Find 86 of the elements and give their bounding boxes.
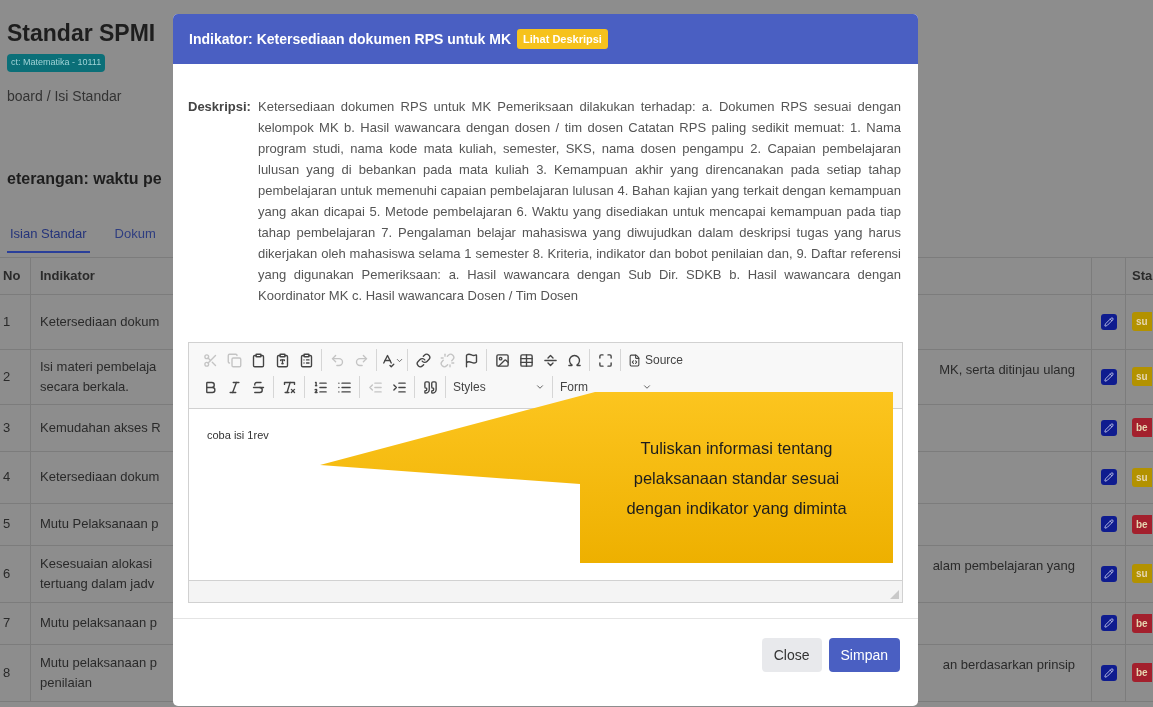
caret-icon (642, 382, 652, 392)
row-number: 4 (2, 468, 11, 487)
edit-button[interactable] (1100, 368, 1117, 385)
edit-button[interactable] (1100, 664, 1117, 681)
edit-button[interactable] (1100, 516, 1117, 532)
pencil-icon (1103, 371, 1114, 382)
callout-tooltip-text: Tuliskan informasi tentang pelaksanaan standar sesuai dengan indikator yang diminta (625, 437, 848, 519)
toolbar-dropdown[interactable]: Form (556, 376, 656, 398)
save-button[interactable]: Simpan (828, 638, 900, 672)
remove-format-icon (281, 379, 297, 395)
strikethrough-icon (250, 379, 266, 395)
row-number: 5 (2, 515, 11, 534)
pencil-icon (1103, 618, 1114, 628)
column-header: No (2, 266, 22, 285)
caret-icon (535, 382, 545, 392)
clipboard-icon (250, 352, 266, 368)
edit-button[interactable] (1100, 615, 1117, 631)
close-button[interactable]: Close (761, 638, 822, 672)
modal-title: Indikator: Ketersediaan dokumen RPS untuk MK (189, 29, 512, 49)
row-number: 8 (2, 663, 11, 682)
indicator-text: Mutu pelaksanaan p (40, 614, 158, 632)
resize-handle-icon[interactable] (890, 590, 899, 599)
status-badge: su (1132, 312, 1152, 331)
link-icon (415, 352, 431, 368)
omega-icon (566, 352, 582, 368)
tab[interactable]: Isian Standar (7, 216, 90, 253)
pencil-icon (1103, 519, 1114, 529)
unit-badge: ct: Matematika - 10111 (7, 54, 106, 72)
status-badge: su (1132, 467, 1152, 487)
breadcrumb: board / Isi Standar (7, 86, 122, 106)
numbered-list-icon (312, 379, 328, 395)
scissors-icon (202, 352, 218, 368)
redo-icon (353, 352, 369, 368)
pencil-icon (1103, 568, 1114, 579)
edit-button[interactable] (1100, 419, 1117, 436)
quote-icon (422, 379, 438, 395)
status-badge: be (1132, 418, 1152, 437)
indicator-text: Ketersediaan dokum (40, 312, 160, 331)
spellcheck-icon (380, 352, 395, 368)
row-number: 2 (2, 367, 11, 386)
edit-button[interactable] (1100, 313, 1117, 330)
table-icon (518, 352, 534, 368)
indicator-text: MK, serta ditinjau ulang (939, 360, 1075, 379)
unlink-icon (439, 352, 455, 368)
indicator-text: Kemudahan akses R (40, 418, 161, 437)
code-file-icon (628, 353, 641, 367)
image-icon (494, 352, 510, 368)
page-title: Standar SPMI (7, 19, 156, 48)
indicator-text: Ketersediaan dokum (40, 468, 160, 486)
source-button[interactable]: Source (624, 349, 688, 371)
edit-button[interactable] (1100, 469, 1117, 485)
bulleted-list-icon (336, 379, 352, 395)
indicator-text: an berdasarkan prinsip (942, 655, 1075, 674)
indicator-text: alam pembelajaran yang (932, 556, 1075, 575)
status-badge: be (1132, 514, 1152, 534)
clipboard-text-icon (274, 352, 290, 368)
section-heading: eterangan: waktu pe (7, 168, 162, 189)
italic-icon (226, 379, 242, 395)
copy-icon (226, 352, 242, 368)
pencil-icon (1103, 472, 1114, 482)
status-badge: be (1132, 613, 1152, 633)
status-badge: be (1132, 663, 1152, 682)
row-number: 1 (2, 312, 11, 331)
pencil-icon (1103, 422, 1114, 433)
description-label: Deskripsi: (188, 98, 252, 116)
pencil-icon (1103, 667, 1114, 678)
pencil-icon (1103, 316, 1114, 327)
column-header: Sta (1125, 257, 1153, 294)
indicator-text: Isi materi pembelaja secara berkala. (40, 357, 157, 396)
maximize-icon (597, 352, 613, 368)
clipboard-list-icon (298, 352, 314, 368)
status-badge: su (1132, 564, 1152, 583)
indent-icon (391, 379, 407, 395)
toolbar-dropdown[interactable]: Styles (449, 376, 549, 398)
indicator-text: Kesesuaian alokasi tertuang dalam jadv (40, 554, 155, 593)
row-number: 6 (2, 564, 11, 583)
indicator-text: Mutu pelaksanaan p penilaian (40, 653, 158, 692)
status-badge: su (1132, 367, 1152, 386)
outdent-icon (367, 379, 383, 395)
edit-button[interactable] (1100, 565, 1117, 582)
flag-icon (463, 352, 479, 368)
row-number: 7 (2, 614, 11, 633)
row-number: 3 (2, 418, 11, 437)
indicator-text: Mutu Pelaksanaan p (40, 515, 159, 533)
horizontal-rule-icon (542, 352, 558, 368)
undo-icon (329, 352, 345, 368)
